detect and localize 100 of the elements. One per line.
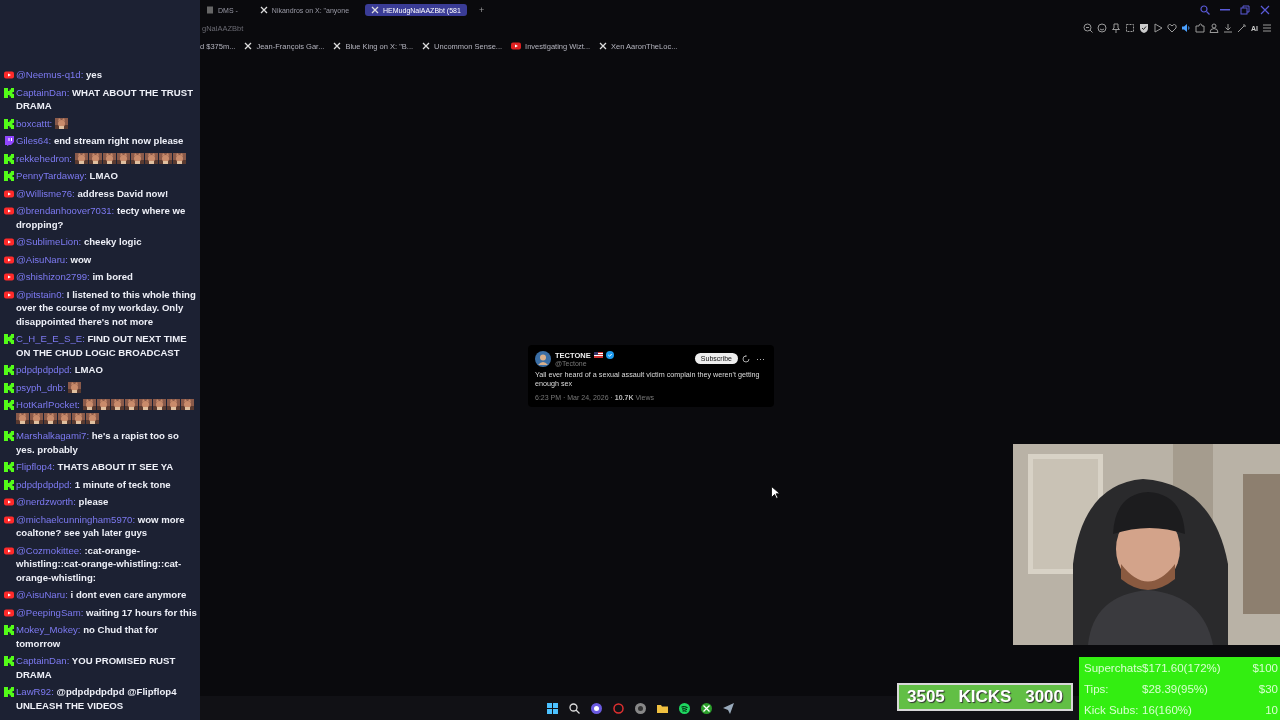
crop-icon[interactable]	[1125, 23, 1135, 33]
letter-k-icon	[4, 687, 14, 697]
goal-label: Tips:	[1084, 682, 1110, 695]
search-icon[interactable]	[567, 701, 581, 715]
cross-icon	[333, 42, 342, 50]
download-icon[interactable]	[1223, 23, 1233, 33]
zoom-out-icon[interactable]	[1083, 23, 1093, 33]
play-icon	[4, 607, 14, 618]
letter-k-icon	[4, 400, 14, 410]
letter-k-icon	[4, 462, 14, 472]
kicks-label: KICKS	[958, 687, 1012, 707]
chat-message: CaptainDan: WHAT ABOUT THE TRUST DRAMA	[16, 85, 194, 113]
chat-message: @Cozmokittee: :cat-orange-whistling::cat-orange-whistling::cat-orange-whistling:	[16, 543, 183, 584]
windows-icon[interactable]	[545, 701, 559, 715]
goal-label: Superchats	[1084, 661, 1142, 674]
chat-message: CaptainDan: YOU PROMISED RUST DRAMA	[16, 654, 177, 681]
verified-icon	[605, 351, 614, 359]
letter-k-icon	[4, 479, 14, 490]
letter-k-icon	[4, 382, 14, 393]
menu-icon[interactable]	[1262, 23, 1272, 33]
letter-k-icon	[4, 334, 14, 344]
smiley-icon[interactable]	[1097, 23, 1107, 33]
flag-icon	[593, 352, 603, 358]
chat-message: @nerdzworth: please	[16, 495, 110, 509]
letter-k-icon	[4, 153, 14, 164]
goal-amount: $171.60(172%)	[1142, 661, 1222, 674]
play-icon	[4, 188, 14, 199]
cross-icon	[244, 42, 253, 50]
goal-target: $30	[1257, 682, 1278, 695]
goal-label: Kick Subs:	[1084, 703, 1140, 716]
search-icon	[1200, 5, 1210, 15]
play-icon	[4, 590, 14, 600]
pin-icon[interactable]	[1111, 23, 1121, 33]
speech-bubble-icon	[4, 136, 14, 146]
heart-icon[interactable]	[1167, 23, 1177, 33]
kicks-target: 3000	[1025, 687, 1063, 707]
chat-message: @Neemus-q1d: yes	[16, 68, 104, 82]
chat-message: Giles64: end stream right now please	[16, 134, 185, 148]
cursor-icon	[771, 486, 780, 499]
restore-icon	[1240, 5, 1250, 15]
play-icon	[4, 497, 14, 507]
play-icon	[4, 514, 14, 525]
chat-message: @AisuNaru: wow	[16, 252, 93, 266]
chat-message: C_H_E_E_S_E: FIND OUT NEXT TIME ON THE CHUD LOGIC BROADCAST	[16, 332, 188, 359]
chat-message: pdpdpdpdpd: 1 minute of teck tone	[16, 477, 172, 491]
page-icon	[206, 6, 214, 14]
cross-icon	[599, 42, 608, 50]
cross-icon	[371, 6, 380, 14]
play-icon	[4, 289, 14, 300]
avatar-icon	[535, 350, 551, 367]
play-icon	[511, 42, 522, 50]
chat-message: @brendanhoover7031: tecty where we dropping?	[16, 204, 187, 231]
goal-target: $100	[1251, 661, 1278, 674]
ring-icon[interactable]	[611, 701, 625, 715]
play-icon[interactable]	[1153, 23, 1163, 33]
chat-message: @PeepingSam: waiting 17 hours for this	[16, 605, 197, 619]
chat-message: Marshalkagami7: he's a rapist too so yes. probably	[16, 429, 180, 456]
chat-message: @pitstain0: I listened to this whole thing over the course of my workday. Only disappointed there's not more	[16, 287, 197, 328]
cross-icon	[259, 6, 268, 14]
letter-k-icon	[4, 171, 14, 181]
paper-plane-icon[interactable]	[721, 701, 735, 715]
speaker-icon[interactable]	[1181, 23, 1191, 33]
username: rekkehedron:	[16, 152, 72, 164]
refresh-icon[interactable]	[742, 354, 750, 363]
play-icon	[4, 206, 14, 216]
new-tab-button[interactable]: +	[476, 5, 487, 15]
chat-message: LawR92: @pdpdpdpdpd @Flipflop4 UNLEASH THE VIDEOS	[16, 685, 178, 712]
letter-k-icon	[4, 625, 14, 635]
goal-amount: 16(160%)	[1142, 703, 1193, 716]
goal-amount: $28.39(95%)	[1142, 682, 1209, 695]
chat-message: pdpdpdpdpd: LMAO	[16, 363, 104, 377]
chat-message: @Willisme76: address David now!	[16, 186, 170, 200]
kicks-count: 3505	[907, 687, 945, 707]
username: HotKarlPocket:	[16, 399, 80, 410]
letter-k-icon	[4, 431, 14, 441]
username: psyph_dnb:	[16, 381, 66, 393]
shield-icon[interactable]	[1139, 23, 1149, 33]
chat-message: @michaelcunningham5970: wow more coaltone? see yah later guys	[16, 512, 186, 540]
play-icon	[4, 237, 14, 247]
more-button[interactable]: ···	[754, 353, 767, 364]
goal-target: 10	[1264, 703, 1278, 716]
play-icon	[4, 254, 14, 265]
play-icon	[4, 272, 14, 282]
chat-message: PennyTardaway: LMAO	[16, 169, 119, 183]
chat-message: Flipflop4: THATS ABOUT IT SEE YA	[16, 460, 175, 474]
chat-message: Mokey_Mokey: no Chud that for tomorrow	[16, 623, 159, 650]
music-icon[interactable]	[677, 701, 691, 715]
chat-message: @SublimeLion: cheeky logic	[16, 235, 143, 249]
close-icon	[1260, 5, 1270, 15]
chat-message: @shishizon2799: im bored	[16, 270, 134, 284]
chat-message: @AisuNaru: i dont even care anymore	[16, 588, 188, 602]
play-icon	[4, 545, 14, 556]
letter-k-icon	[4, 87, 14, 98]
username: boxcattt:	[16, 117, 53, 129]
letter-k-icon	[4, 365, 14, 375]
letter-k-icon	[4, 656, 14, 666]
letter-k-icon	[4, 118, 14, 129]
play-icon	[4, 70, 14, 80]
cross-icon	[422, 42, 431, 50]
person-icon[interactable]	[1209, 23, 1219, 33]
